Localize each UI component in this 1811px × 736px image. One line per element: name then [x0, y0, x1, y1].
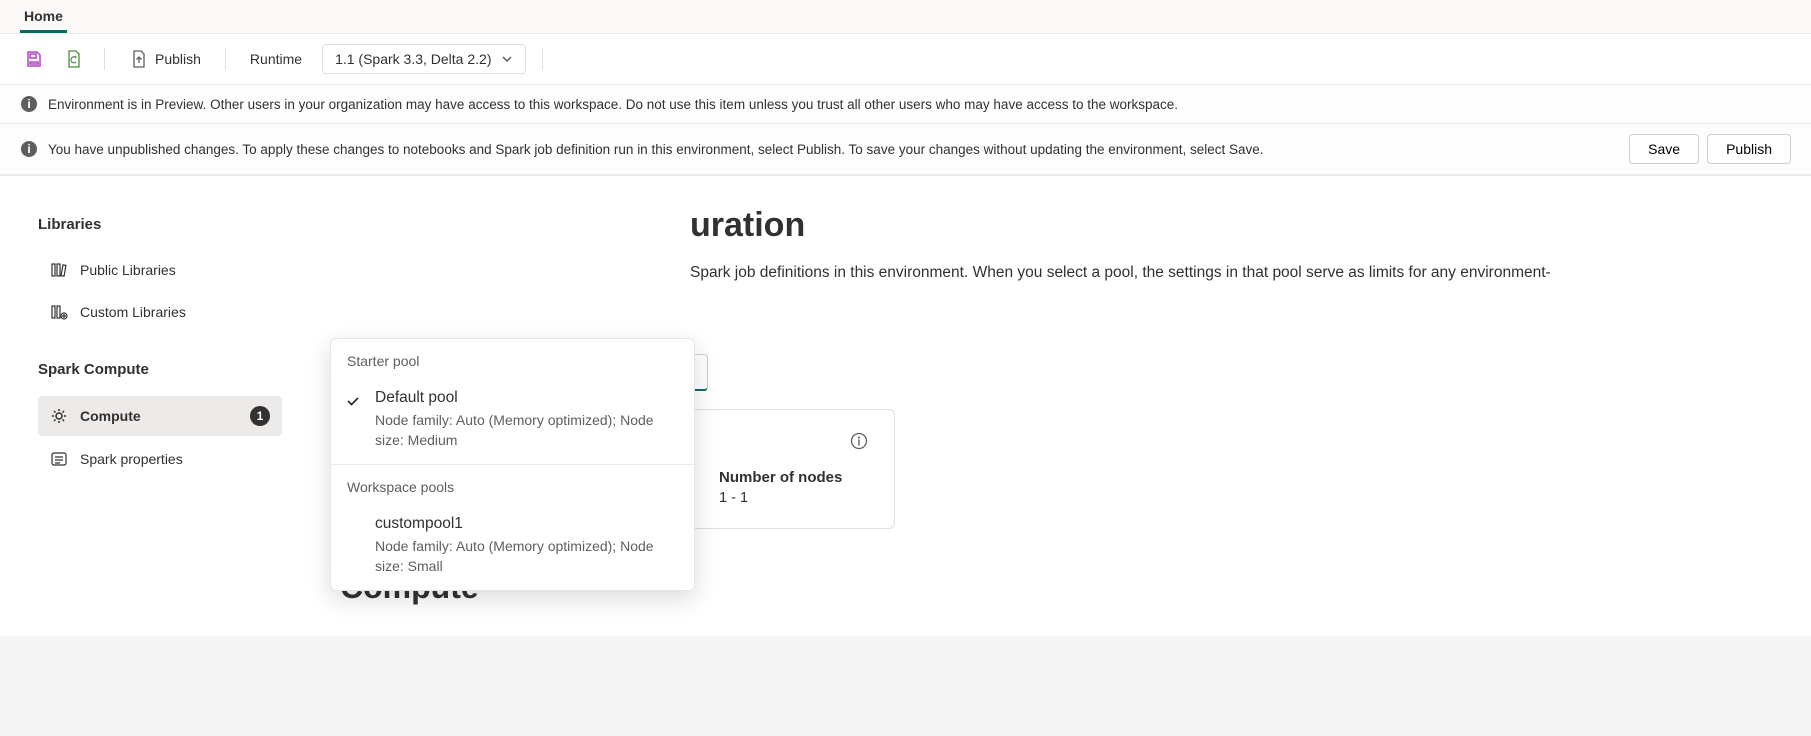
custom-libraries-icon: [50, 303, 68, 321]
sidebar-item-label: Spark properties: [80, 451, 270, 467]
gear-icon: [50, 407, 68, 425]
save-icon-button[interactable]: [20, 45, 48, 73]
runtime-value: 1.1 (Spark 3.3, Delta 2.2): [335, 51, 491, 67]
dropdown-option-default-pool[interactable]: Default pool Node family: Auto (Memory o…: [331, 379, 694, 464]
svg-text:i: i: [27, 97, 30, 111]
chevron-down-icon: [501, 53, 513, 65]
runtime-select[interactable]: 1.1 (Spark 3.3, Delta 2.2): [322, 44, 526, 74]
toolbar-separator: [542, 48, 543, 70]
dropdown-option-sub: Node family: Auto (Memory optimized); No…: [375, 537, 678, 576]
info-bar-unpublished: i You have unpublished changes. To apply…: [0, 124, 1811, 175]
dropdown-option-name: Default pool: [375, 389, 678, 407]
sidebar-item-custom-libraries[interactable]: Custom Libraries: [38, 293, 282, 331]
sidebar-header-spark-compute: Spark Compute: [38, 361, 282, 378]
save-button[interactable]: Save: [1629, 134, 1699, 164]
publish-icon: [129, 49, 149, 69]
dropdown-group-starter: Starter pool: [331, 339, 694, 379]
sidebar-item-public-libraries[interactable]: Public Libraries: [38, 251, 282, 289]
toolbar: Publish Runtime 1.1 (Spark 3.3, Delta 2.…: [0, 34, 1811, 85]
sidebar-header-libraries: Libraries: [38, 216, 282, 233]
tab-home[interactable]: Home: [20, 0, 67, 33]
dropdown-group-workspace: Workspace pools: [331, 465, 694, 505]
sidebar-item-label: Compute: [80, 408, 238, 424]
dropdown-option-sub: Node family: Auto (Memory optimized); No…: [375, 411, 678, 450]
num-nodes-value: 1 - 1: [719, 490, 842, 506]
sidebar-item-spark-properties[interactable]: Spark properties: [38, 440, 282, 478]
content-area: Libraries Public Libraries Custom Librar…: [0, 175, 1811, 636]
badge-count: 1: [250, 406, 270, 426]
save-icon: [24, 49, 44, 69]
toolbar-separator: [225, 48, 226, 70]
info-bar-preview: i Environment is in Preview. Other users…: [0, 85, 1811, 124]
info-text-preview: Environment is in Preview. Other users i…: [48, 97, 1791, 112]
toolbar-separator: [104, 48, 105, 70]
sidebar-item-label: Custom Libraries: [80, 304, 270, 320]
info-text-unpublished: You have unpublished changes. To apply t…: [48, 142, 1629, 157]
list-icon: [50, 450, 68, 468]
sidebar-item-label: Public Libraries: [80, 262, 270, 278]
public-libraries-icon: [50, 261, 68, 279]
page-title: uration: [690, 206, 1771, 245]
page-description: Spark job definitions in this environmen…: [690, 261, 1771, 284]
svg-text:i: i: [27, 142, 30, 156]
sidebar-item-compute[interactable]: Compute 1: [38, 396, 282, 436]
runtime-label: Runtime: [242, 51, 310, 67]
dropdown-option-custompool1[interactable]: custompool1 Node family: Auto (Memory op…: [331, 505, 694, 590]
refresh-icon-button[interactable]: [60, 45, 88, 73]
check-icon: [345, 393, 361, 412]
document-refresh-icon: [64, 49, 84, 69]
tab-bar: Home: [0, 0, 1811, 34]
publish-button-banner[interactable]: Publish: [1707, 134, 1791, 164]
info-icon: i: [20, 95, 38, 113]
sidebar: Libraries Public Libraries Custom Librar…: [0, 176, 300, 636]
publish-label: Publish: [155, 51, 201, 67]
pool-dropdown: Starter pool Default pool Node family: A…: [330, 338, 695, 591]
info-icon: i: [20, 140, 38, 158]
dropdown-option-name: custompool1: [375, 515, 678, 533]
num-nodes-label: Number of nodes: [719, 469, 842, 486]
info-icon[interactable]: [850, 432, 868, 453]
publish-button[interactable]: Publish: [121, 45, 209, 73]
